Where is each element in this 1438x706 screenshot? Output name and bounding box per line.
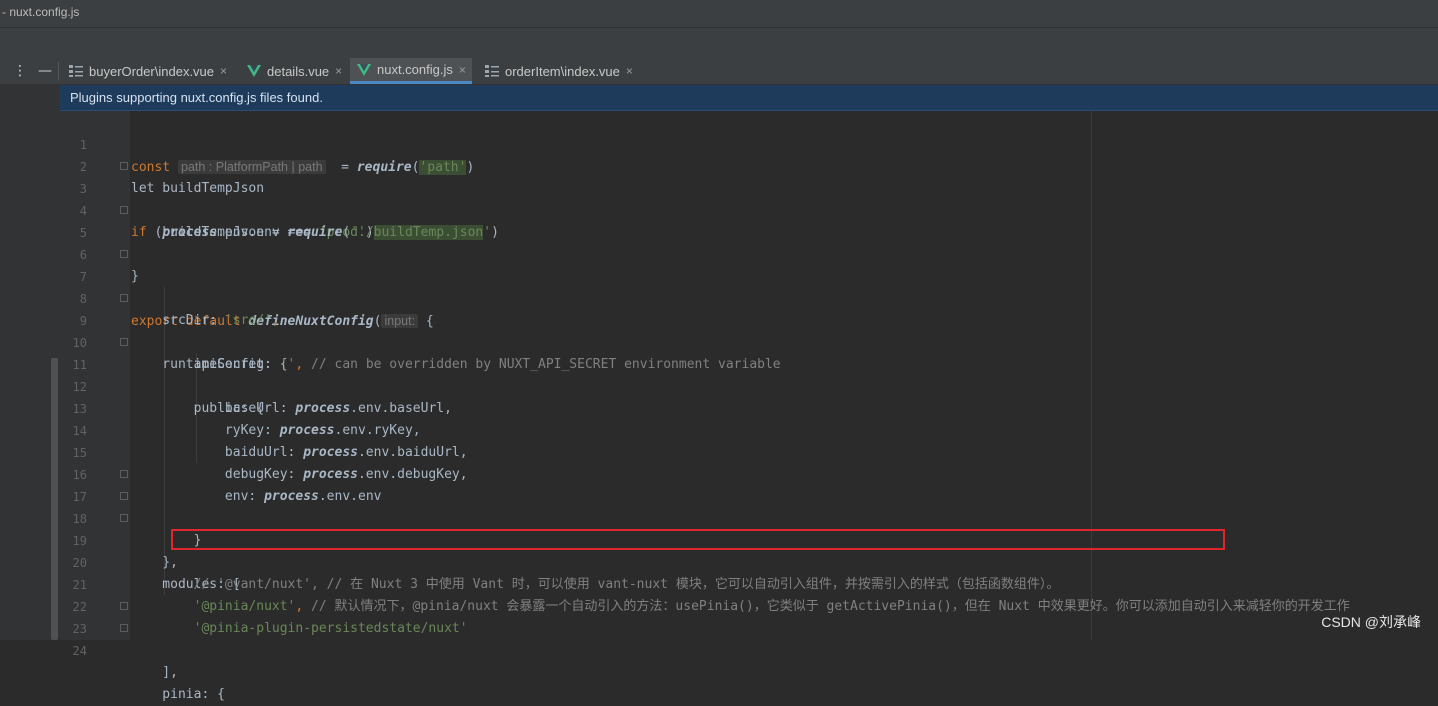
code-line: 12 baseUrl: process.env.baseUrl, (0, 354, 1438, 416)
code-line: 9 runtimeConfig: { (0, 288, 1438, 372)
code-line: 13 ryKey: process.env.ryKey, (0, 376, 1438, 438)
code-line: 24 pinia: { (0, 618, 1438, 702)
tab-nuxt-config[interactable]: nuxt.config.js × (350, 58, 472, 84)
close-icon[interactable]: × (626, 64, 633, 78)
title-bar: - nuxt.config.js (0, 0, 1438, 28)
minimize-icon[interactable]: — (33, 58, 57, 84)
highlight-annotation-box (171, 529, 1225, 550)
tab-orderitem-index[interactable]: orderItem\index.vue × (478, 58, 639, 84)
code-line: 23 ], (0, 596, 1438, 680)
watermark: CSDN @刘承峰 (1321, 614, 1421, 630)
close-icon[interactable]: × (459, 63, 466, 77)
fold-marker-icon[interactable] (120, 492, 128, 500)
tab-label: nuxt.config.js (377, 62, 453, 77)
fold-marker-icon[interactable] (120, 602, 128, 610)
code-line: 5 } (0, 200, 1438, 284)
code-line: 15 debugKey: process.env.debugKey, (0, 420, 1438, 482)
tab-details[interactable]: details.vue × (240, 58, 348, 84)
code-line: 6 (0, 222, 1438, 262)
code-line: 21 '@pinia/nuxt', // 默认情况下，@pinia/nuxt 会… (0, 552, 1438, 614)
editor-tab-bar: ⋮ — buyerOrder\index.vue × details.vue ×… (0, 58, 1438, 85)
line-number: 24 (72, 644, 87, 658)
fold-marker-icon[interactable] (120, 294, 128, 302)
code-line: 14 baiduUrl: process.env.baiduUrl, (0, 398, 1438, 460)
code-line: 4 buildTempJson = require('./buildTemp.j… (0, 178, 1438, 240)
code-line: 2 let buildTempJson (0, 134, 1438, 196)
close-icon[interactable]: × (220, 64, 227, 78)
fold-marker-icon[interactable] (120, 338, 128, 346)
tab-label: buyerOrder\index.vue (89, 63, 215, 79)
code-line: 16 env: process.env.env (0, 442, 1438, 504)
vue-icon (247, 65, 261, 77)
code-text: pinia: { (131, 687, 225, 702)
plugins-notification-banner[interactable]: Plugins supporting nuxt.config.js files … (60, 85, 1438, 111)
tab-label: orderItem\index.vue (505, 63, 620, 79)
code-line: 1 const path : PlatformPath | path = req… (0, 112, 1438, 175)
code-text: ], (131, 665, 178, 680)
tab-separator (58, 62, 59, 80)
toolbar-area (0, 28, 1438, 59)
options-menu-icon[interactable]: ⋮ (8, 58, 32, 84)
close-icon[interactable]: × (335, 64, 342, 78)
code-line: 22 '@pinia-plugin-persistedstate/nuxt' (0, 574, 1438, 636)
tab-buyerorder-index[interactable]: buyerOrder\index.vue × (62, 58, 233, 84)
code-line: 3 if (process.env.env === 'prod') { (0, 156, 1438, 240)
fold-marker-icon[interactable] (120, 250, 128, 258)
code-line: 11 public: { (0, 332, 1438, 416)
code-line: 19 modules: [ (0, 508, 1438, 592)
fold-marker-icon[interactable] (120, 514, 128, 522)
component-icon (485, 65, 499, 77)
vue-icon (357, 63, 371, 76)
banner-text: Plugins supporting nuxt.config.js files … (70, 90, 323, 105)
code-line: 18 }, (0, 486, 1438, 570)
component-icon (69, 65, 83, 77)
code-line: 7 export default defineNuxtConfig(input:… (0, 244, 1438, 329)
fold-marker-icon[interactable] (120, 206, 128, 214)
code-line: 17 } (0, 464, 1438, 548)
tab-label: details.vue (267, 63, 330, 79)
code-line: 8 srcDir: 'src/', (0, 266, 1438, 328)
code-line: 10 apiSecret: '', // can be overridden b… (0, 310, 1438, 372)
fold-marker-icon[interactable] (120, 162, 128, 170)
window-title: - nuxt.config.js (2, 5, 80, 19)
fold-marker-icon[interactable] (120, 624, 128, 632)
fold-marker-icon[interactable] (120, 470, 128, 478)
